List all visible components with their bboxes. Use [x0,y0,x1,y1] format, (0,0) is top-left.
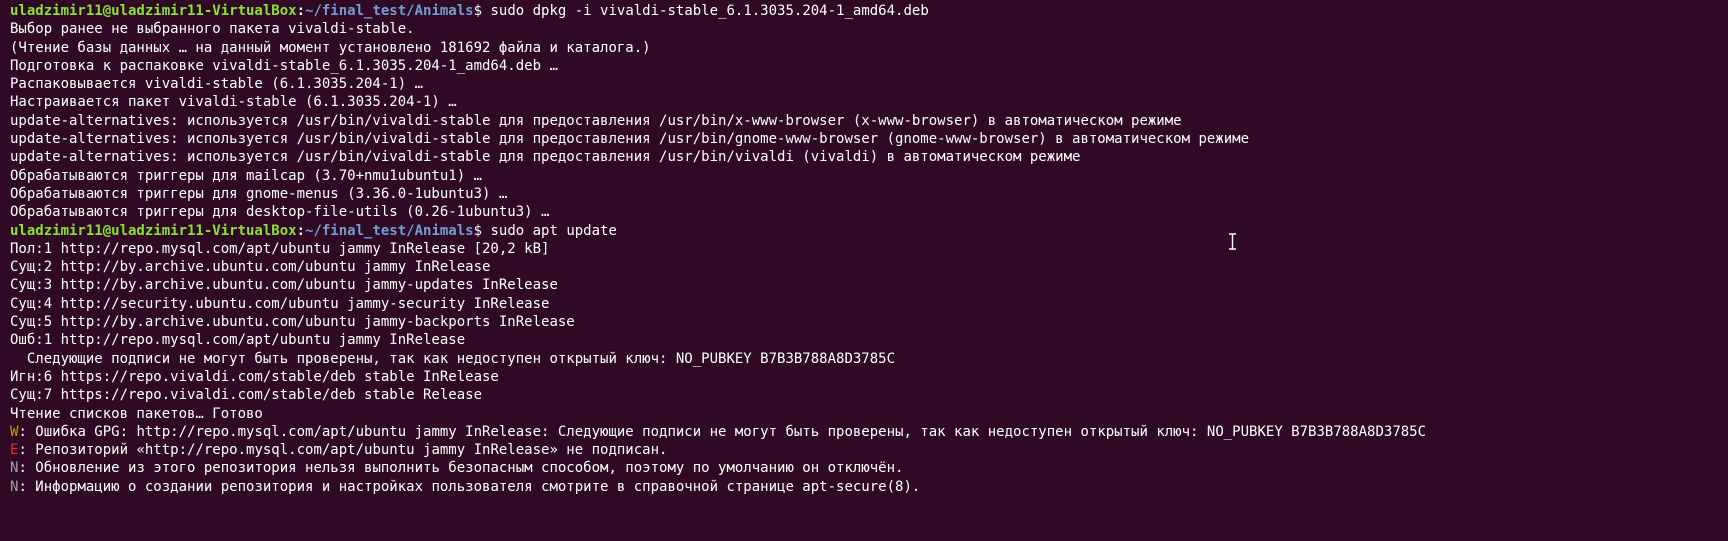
output-line: Настраивается пакет vivaldi-stable (6.1.… [10,94,457,111]
output-line: Сущ:3 http://by.archive.ubuntu.com/ubunt… [10,277,558,294]
ibeam-cursor-icon [1229,233,1236,250]
prompt-separator: : [296,222,306,239]
output-line: Обрабатываются триггеры для mailcap (3.7… [10,167,483,184]
prompt-line: uladzimir11@uladzimir11-VirtualBox:~/fin… [10,2,1728,20]
output-line: Выбор ранее не выбранного пакета vivaldi… [10,21,415,38]
command-text: sudo apt update [482,222,617,239]
message-text: : Ошибка GPG: http://repo.mysql.com/apt/… [18,423,1427,440]
output-line: update-alternatives: используется /usr/b… [10,131,1250,148]
prompt-line: uladzimir11@uladzimir11-VirtualBox:~/fin… [10,222,1728,240]
error-line: E: Репозиторий «http://repo.mysql.com/ap… [10,441,1728,459]
output-line: Сущ:7 https://repo.vivaldi.com/stable/de… [10,387,483,404]
output-line: (Чтение базы данных … на данный момент у… [10,39,651,56]
prompt-path: ~/final_test/Animals [305,222,474,239]
output-line: Обрабатываются триггеры для desktop-file… [10,204,550,221]
prompt-user-host: uladzimir11@uladzimir11-VirtualBox [10,3,297,19]
output-line: Распаковывается vivaldi-stable (6.1.3035… [10,76,424,93]
output-line: Подготовка к распаковке vivaldi-stable_6… [10,57,558,74]
output-line: update-alternatives: используется /usr/b… [10,112,1182,129]
message-text: : Информацию о создании репозитория и на… [18,478,921,495]
output-line: Ошб:1 http://repo.mysql.com/apt/ubuntu j… [10,332,466,349]
prompt-dollar: $ [473,3,483,19]
notice-line: N: Обновление из этого репозитория нельз… [10,459,1728,477]
output-line: Обрабатываются триггеры для gnome-menus … [10,185,508,202]
notice-line: N: Информацию о создании репозитория и н… [10,478,1728,496]
output-line: Игн:6 https://repo.vivaldi.com/stable/de… [10,368,499,385]
terminal-window[interactable]: uladzimir11@uladzimir11-VirtualBox:~/fin… [0,0,1728,541]
output-line: Сущ:5 http://by.archive.ubuntu.com/ubunt… [10,314,575,331]
output-line: Чтение списков пакетов… Готово [10,405,263,422]
output-line: update-alternatives: используется /usr/b… [10,149,1081,166]
output-line: Сущ:2 http://by.archive.ubuntu.com/ubunt… [10,259,491,276]
prompt-separator: : [296,3,306,19]
output-line: Сущ:4 http://security.ubuntu.com/ubuntu … [10,295,550,312]
output-line: Пол:1 http://repo.mysql.com/apt/ubuntu j… [10,240,550,257]
command-text: sudo dpkg -i vivaldi-stable_6.1.3035.204… [482,3,929,19]
prompt-user-host: uladzimir11@uladzimir11-VirtualBox [10,222,297,239]
message-text: : Обновление из этого репозитория нельзя… [18,460,904,477]
message-text: : Репозиторий «http://repo.mysql.com/apt… [18,442,668,459]
prompt-path: ~/final_test/Animals [305,3,474,19]
warning-line: W: Ошибка GPG: http://repo.mysql.com/apt… [10,423,1728,441]
output-line: Следующие подписи не могут быть проверен… [10,350,896,367]
prompt-dollar: $ [473,222,483,239]
